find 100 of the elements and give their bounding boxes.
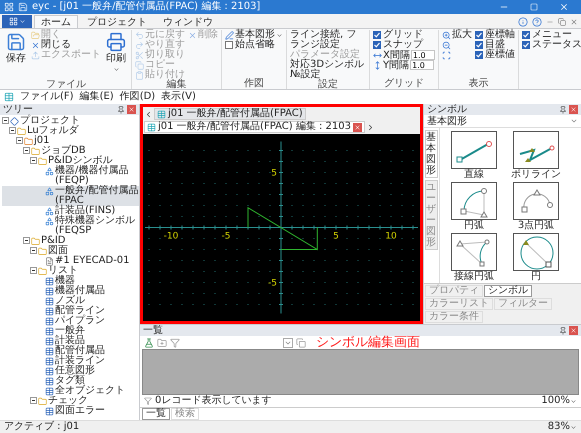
tree-item[interactable]: 任意図形 xyxy=(2,366,139,376)
scissors-icon xyxy=(135,50,144,60)
panel-tab[interactable]: 一覧 xyxy=(142,408,170,420)
shape-thumbnail[interactable] xyxy=(513,233,559,271)
close-button[interactable] xyxy=(569,326,578,335)
ribbon-button[interactable]: 基本図形 xyxy=(225,30,283,40)
menu-item[interactable]: ファイル(F) xyxy=(20,91,74,103)
checkbox-option[interactable]: グリッド xyxy=(373,30,435,40)
tree-item[interactable]: j01 xyxy=(2,136,139,146)
menu-item[interactable]: 表示(V) xyxy=(161,91,196,103)
zoom-dropdown[interactable]: 100% xyxy=(541,396,577,406)
app-menu-button[interactable] xyxy=(2,15,32,28)
tree-item[interactable]: 機器付属品 xyxy=(2,286,139,296)
ribbon-button[interactable]: 閉じる xyxy=(31,40,101,50)
expand-toggle[interactable] xyxy=(23,237,30,244)
ribbon-tab[interactable]: ウィンドウ xyxy=(156,15,220,28)
menu-item[interactable]: 編集(E) xyxy=(80,91,114,103)
checkbox[interactable] xyxy=(474,41,483,49)
expand-toggle[interactable] xyxy=(30,397,37,404)
document-tab[interactable]: j01 一般弁/配管付属品(FPAC) 編集 : 2103 xyxy=(144,121,365,133)
checkbox-option[interactable]: ステータス xyxy=(522,40,581,50)
checkbox-option[interactable]: 座標値 xyxy=(474,50,515,60)
tree-item[interactable]: プロジェクト xyxy=(2,116,139,126)
tree-item[interactable]: ジョブDB xyxy=(2,146,139,156)
ribbon-button[interactable]: 保存 xyxy=(4,30,28,80)
checkbox-option[interactable]: 座標軸 xyxy=(474,30,515,40)
folder-icon xyxy=(24,137,33,146)
tree-item[interactable]: 配管ライン xyxy=(2,306,139,316)
tree-item[interactable]: 機器 xyxy=(2,276,139,286)
zoom-in-icon xyxy=(442,30,451,40)
shape-thumbnail[interactable] xyxy=(451,233,497,271)
tree-item[interactable]: 一般弁 xyxy=(2,326,139,336)
panel-tab[interactable]: シンボル xyxy=(484,285,532,297)
tree-item[interactable]: Luフォルダ xyxy=(2,126,139,136)
expand-toggle[interactable] xyxy=(30,247,37,254)
tree-item[interactable]: 特殊機器シンボル(FEQSP xyxy=(2,216,139,236)
ribbon-button[interactable]: ライン接続, フランジ設定 xyxy=(290,30,366,50)
spin-field[interactable]: 1.0 xyxy=(410,50,435,60)
shapes-icon xyxy=(45,217,54,226)
tree-item[interactable]: 計装品 xyxy=(2,336,139,346)
shape-label: 接線円弧 xyxy=(454,271,494,282)
checkbox-option[interactable]: 始点省略 xyxy=(225,40,283,50)
checkbox[interactable] xyxy=(373,41,381,49)
tree-item[interactable]: 計装品(FINS) xyxy=(2,206,139,216)
spin-field[interactable]: 1.0 xyxy=(410,60,434,70)
checkbox-option[interactable]: スナップ xyxy=(373,40,435,50)
expand-toggle[interactable] xyxy=(23,147,30,154)
chevron-right-icon xyxy=(366,122,375,132)
checkbox[interactable] xyxy=(474,51,483,59)
expand-toggle[interactable] xyxy=(9,127,16,134)
tree-item[interactable]: P&ID xyxy=(2,236,139,246)
checkbox[interactable] xyxy=(373,31,381,39)
ribbon-button[interactable]: 拡大 xyxy=(442,30,472,40)
vertical-tab[interactable]: 基本図形 xyxy=(425,130,438,178)
shape-thumbnail[interactable] xyxy=(451,182,497,220)
tree-item[interactable]: 全オブジェクト xyxy=(2,386,139,396)
checkbox[interactable] xyxy=(474,31,483,39)
checkbox[interactable] xyxy=(522,31,530,39)
expand-toggle[interactable] xyxy=(30,267,37,274)
info-button[interactable] xyxy=(517,16,529,28)
shape-thumbnail[interactable] xyxy=(513,131,559,169)
expand-toggle[interactable] xyxy=(30,157,37,164)
document-tab[interactable]: j01 一般弁/配管付属品(FPAC) xyxy=(154,108,306,120)
checkbox-option[interactable]: 目盛 xyxy=(474,40,515,50)
folder-icon xyxy=(38,247,47,256)
tree-item[interactable]: P&IDシンボル xyxy=(2,156,139,166)
category-dropdown[interactable]: 基本図形 xyxy=(424,115,581,128)
tree-item[interactable]: #1 EYECAD-01 xyxy=(2,256,139,266)
tree-item[interactable]: ノズル xyxy=(2,296,139,306)
tree-item[interactable]: 図面エラー xyxy=(2,406,139,416)
ribbon-button[interactable]: 印刷 xyxy=(104,30,128,80)
checkbox[interactable] xyxy=(522,41,530,49)
close-button[interactable] xyxy=(127,105,136,114)
checkbox-option[interactable]: メニュー xyxy=(522,30,581,40)
cross-icon xyxy=(188,30,197,40)
tree-item[interactable]: 計装ライン xyxy=(2,356,139,366)
shape-thumbnail[interactable] xyxy=(513,182,559,220)
menu-item[interactable]: 作図(D) xyxy=(120,91,156,103)
tree-item[interactable]: 一般弁/配管付属品(FPAC xyxy=(2,186,139,206)
tree-item[interactable]: 機器/機器付属品(FEQP) xyxy=(2,166,139,186)
tree-item[interactable]: 配管付属品 xyxy=(2,346,139,356)
ribbon-button[interactable]: 対応3Dシンボル№設定 xyxy=(290,60,366,80)
tree-item[interactable]: チェック xyxy=(2,396,139,406)
expand-toggle[interactable] xyxy=(16,137,23,144)
tree-item[interactable]: タグ類 xyxy=(2,376,139,386)
tree-item[interactable]: リスト xyxy=(2,266,139,276)
tree-item[interactable]: 図面 xyxy=(2,246,139,256)
tree-item[interactable]: パイプラン xyxy=(2,316,139,326)
restore-button[interactable] xyxy=(557,16,567,28)
zoom-dropdown[interactable]: 83% xyxy=(548,422,577,432)
close-button[interactable] xyxy=(353,122,362,132)
shape-thumbnail[interactable] xyxy=(451,131,497,169)
checkbox[interactable] xyxy=(225,41,233,49)
expand-toggle[interactable] xyxy=(2,117,9,124)
ribbon-tab[interactable]: プロジェクト xyxy=(80,15,154,28)
shape-label: 円弧 xyxy=(464,220,484,231)
close-button[interactable] xyxy=(569,105,578,114)
help-button[interactable] xyxy=(531,16,543,28)
ribbon-tab[interactable]: ホーム xyxy=(34,15,78,28)
shapes-icon xyxy=(45,167,54,176)
